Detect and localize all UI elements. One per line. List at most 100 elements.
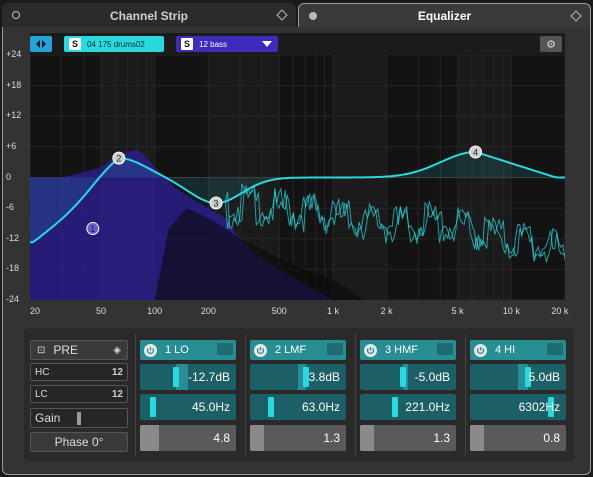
eq-toolbar: S 04 175 drums02 S 12 bass ⚙ [30, 33, 565, 55]
diamond-icon[interactable] [570, 10, 582, 22]
power-icon[interactable] [144, 343, 157, 357]
gain-handle[interactable] [302, 367, 309, 387]
y-tick-label: -18 [6, 263, 20, 274]
band-gain-field[interactable]: 5.0dB [470, 364, 566, 390]
band-q-field[interactable]: 0.8 [470, 425, 566, 451]
band-header-4[interactable]: 4 HI [470, 340, 566, 360]
power-icon[interactable] [364, 343, 377, 357]
tab-label: Equalizer [417, 9, 472, 23]
band-gain-field[interactable]: -5.0dB [360, 364, 456, 390]
phase-button[interactable]: Phase 0° [30, 432, 128, 452]
power-icon[interactable] [254, 343, 267, 357]
q-fill [360, 425, 374, 451]
band-freq-field[interactable]: 63.0Hz [250, 394, 346, 420]
band-node-1[interactable]: 1 [86, 222, 100, 236]
y-tick-label: +6 [6, 140, 17, 151]
tab-channel-strip[interactable]: Channel Strip [2, 3, 296, 28]
value-text: 6302Hz [518, 400, 560, 414]
s-badge-icon: S [69, 38, 81, 50]
dropdown-caret-icon [262, 41, 272, 47]
band-node-3[interactable]: 3 [209, 196, 223, 210]
x-tick-label: 1 k [326, 306, 339, 316]
band-freq-field[interactable]: 6302Hz [470, 394, 566, 420]
band-header-2[interactable]: 2 LMF [250, 340, 346, 360]
value-text: 3.8dB [308, 370, 340, 384]
y-tick-label: 0 [6, 171, 12, 182]
x-tick-label: 100 [147, 306, 163, 316]
slope-icon: 12 [111, 388, 123, 400]
band-q-field[interactable]: 1.3 [360, 425, 456, 451]
band-gain-field[interactable]: 3.8dB [250, 364, 346, 390]
svg-text:3: 3 [214, 199, 219, 209]
power-icon[interactable] [474, 343, 487, 357]
band-name: 2 LMF [275, 344, 307, 356]
band-node-2[interactable]: 2 [112, 151, 126, 165]
tab-bar: Channel Strip Equalizer [0, 0, 593, 28]
gain-label: Gain [35, 411, 61, 425]
value-text: 63.0Hz [301, 400, 340, 414]
value-text: 0.8 [543, 431, 560, 445]
lc-toggle[interactable]: LC 12 [30, 385, 128, 403]
band-gain-field[interactable]: -12.7dB [140, 364, 236, 390]
track-name: 04 175 drums02 [87, 39, 145, 49]
value-text: 1.3 [433, 431, 450, 445]
q-fill [140, 425, 160, 451]
x-tick-label: 2 k [380, 306, 393, 316]
value-text: 45.0Hz [191, 400, 230, 414]
freq-handle[interactable] [268, 397, 275, 417]
diamond-icon[interactable] [276, 9, 288, 21]
hc-toggle[interactable]: HC 12 [30, 363, 128, 381]
x-tick-label: 500 [271, 306, 287, 316]
band-header-3[interactable]: 3 HMF [360, 340, 456, 360]
band-freq-field[interactable]: 45.0Hz [140, 394, 236, 420]
phase-label: Phase 0° [54, 435, 104, 449]
x-tick-label: 5 k [451, 306, 464, 316]
filter-shape-icon[interactable] [437, 343, 453, 355]
eq-curve-display[interactable]: 1 2 3 4 [29, 54, 566, 301]
filter-shape-icon[interactable] [327, 343, 343, 355]
hc-label: HC [35, 366, 50, 378]
tab-label: Channel Strip [109, 8, 188, 23]
pre-button[interactable]: ⊡ PRE ◈ [30, 340, 128, 360]
value-text: -5.0dB [414, 370, 450, 384]
y-tick-label: +12 [6, 110, 22, 121]
gain-handle[interactable] [400, 367, 407, 387]
divider [465, 334, 466, 456]
band-freq-field[interactable]: 221.0Hz [360, 394, 456, 420]
freq-handle[interactable] [391, 397, 398, 417]
power-dot-icon[interactable] [12, 11, 20, 19]
channel-link-button[interactable] [30, 36, 52, 52]
slope-icon: 12 [111, 366, 123, 378]
band-q-field[interactable]: 4.8 [140, 425, 236, 451]
gain-handle[interactable] [172, 367, 179, 387]
reference-track-selector[interactable]: S 04 175 drums02 [64, 36, 164, 52]
lc-label: LC [35, 388, 48, 400]
band-node-4[interactable]: 4 [469, 145, 483, 159]
x-tick-label: 50 [95, 306, 106, 316]
filter-shape-icon[interactable] [547, 343, 563, 355]
band-q-field[interactable]: 1.3 [250, 425, 346, 451]
x-tick-label: 10 k [502, 306, 520, 316]
eq-graph[interactable]: 1 2 3 4 [29, 54, 566, 301]
value-text: 221.0Hz [405, 400, 450, 414]
pre-label: PRE [53, 343, 79, 357]
gain-handle[interactable] [77, 412, 81, 425]
filter-shape-icon[interactable] [217, 343, 233, 355]
divider [245, 334, 246, 456]
band-header-1[interactable]: 1 LO [140, 340, 236, 360]
freq-handle[interactable] [150, 397, 157, 417]
divider [355, 334, 356, 456]
divider [135, 334, 136, 456]
track-name: 12 bass [199, 39, 228, 49]
settings-gear-icon[interactable]: ⚙ [540, 36, 562, 52]
svg-text:1: 1 [90, 224, 95, 234]
x-tick-label: 20 k [551, 306, 569, 316]
gain-slider[interactable]: Gain [30, 408, 128, 428]
diamond-icon[interactable]: ◈ [113, 345, 121, 356]
tab-equalizer[interactable]: Equalizer [298, 3, 591, 28]
power-dot-icon[interactable] [309, 12, 317, 20]
svg-text:2: 2 [116, 154, 121, 164]
compare-track-selector[interactable]: S 12 bass [176, 36, 278, 52]
s-badge-icon: S [181, 38, 193, 50]
value-text: -12.7dB [187, 370, 230, 384]
